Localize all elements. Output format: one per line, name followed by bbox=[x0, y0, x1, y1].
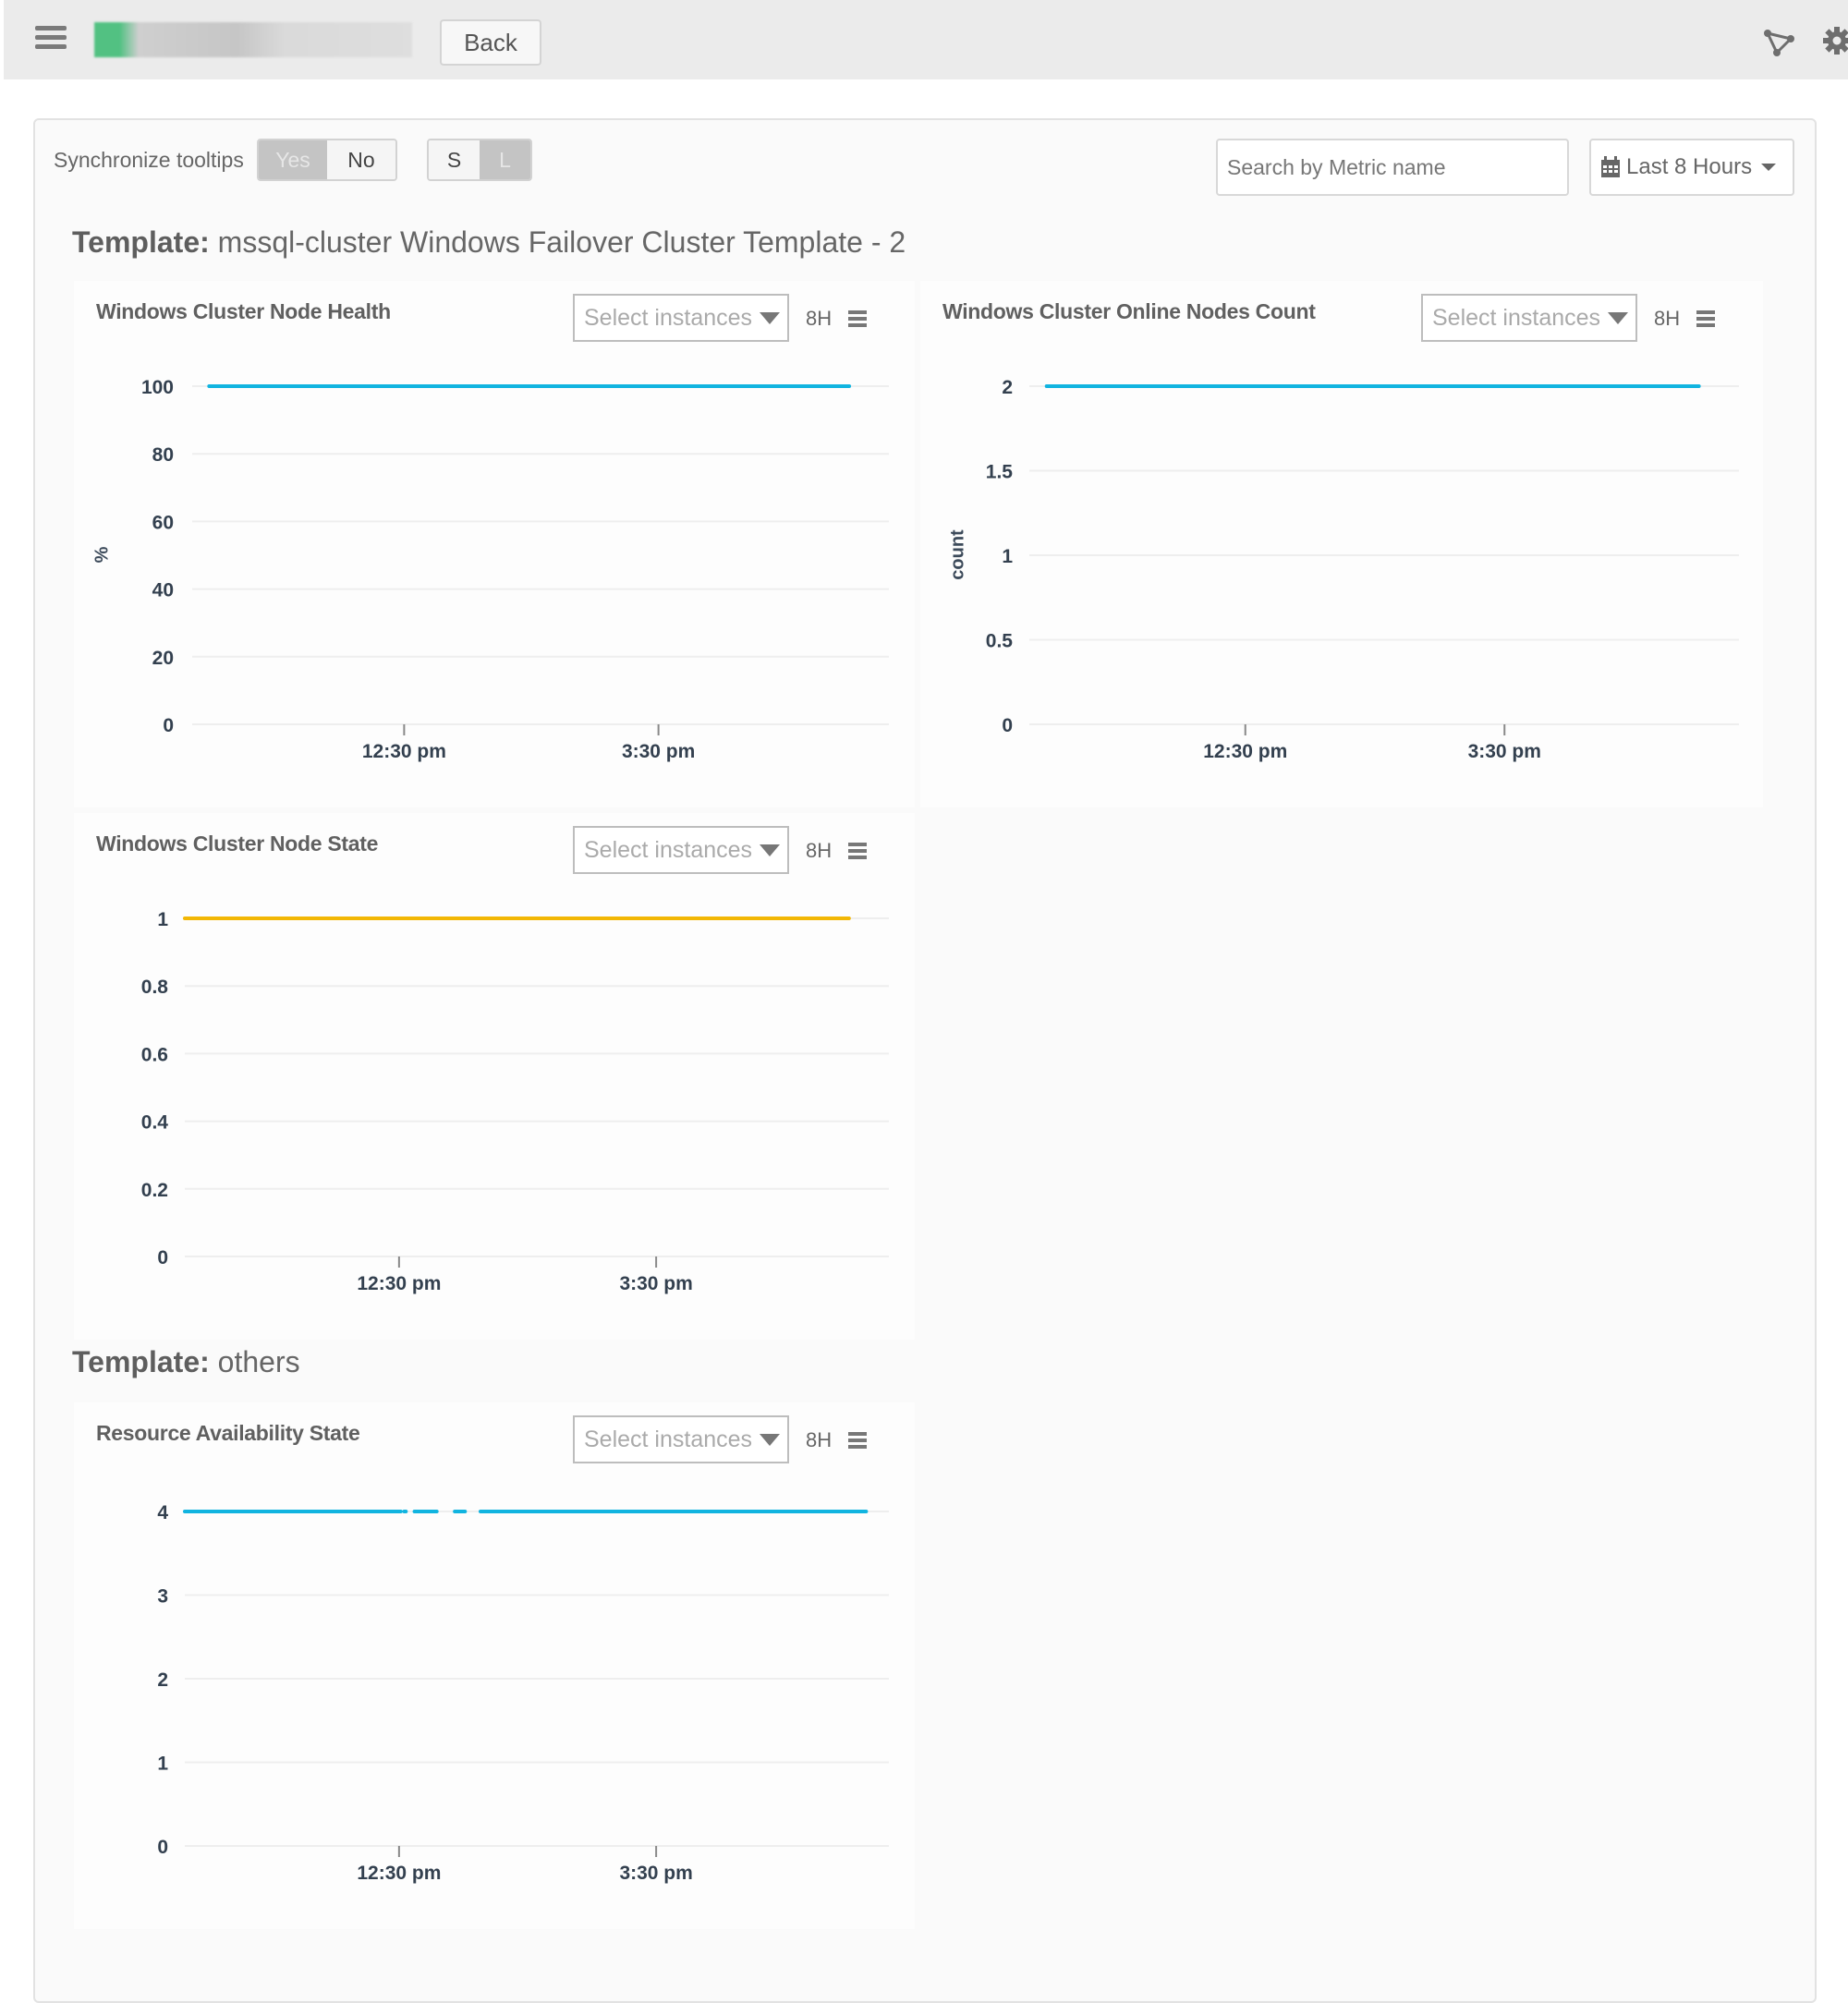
y-tick-label: 1.5 bbox=[986, 462, 1014, 483]
sync-tooltips-label: Synchronize tooltips bbox=[54, 148, 244, 172]
y-tick-label: 0 bbox=[157, 1247, 168, 1269]
y-tick-label: 0 bbox=[1002, 715, 1013, 736]
caret-down-icon bbox=[1608, 311, 1629, 324]
x-tick-label: 3:30 pm bbox=[619, 1273, 692, 1294]
select-instances-placeholder: Select instances bbox=[1432, 304, 1601, 331]
chart-size-toggle: S L bbox=[427, 139, 532, 181]
line-chart: 0 20 40 60 80 100 12:30 pm 3:30 pm bbox=[141, 377, 889, 762]
y-tick-label: 0.2 bbox=[141, 1180, 168, 1201]
top-bar: Back bbox=[4, 0, 1848, 79]
select-instances-dropdown[interactable]: Select instances bbox=[573, 826, 789, 874]
y-tick-label: 2 bbox=[1002, 377, 1013, 398]
y-tick-label: 0.5 bbox=[986, 631, 1014, 652]
y-tick-label: 0.8 bbox=[141, 977, 169, 998]
select-instances-placeholder: Select instances bbox=[584, 836, 753, 863]
y-tick-label: 20 bbox=[152, 648, 174, 669]
chart-card-availability: 0 1 2 3 4 12:30 pm 3:30 pm Resource Availabilit… bbox=[74, 1402, 915, 1929]
y-tick-label: 2 bbox=[157, 1669, 168, 1691]
template-title: Template: mssql-cluster Windows Failover… bbox=[72, 225, 906, 260]
chart-title: Resource Availability State bbox=[96, 1421, 360, 1445]
template-name: mssql-cluster Windows Failover Cluster T… bbox=[217, 225, 906, 259]
sync-tooltips-toggle: Yes No bbox=[257, 139, 397, 181]
x-tick-label: 3:30 pm bbox=[619, 1863, 692, 1884]
caret-down-icon bbox=[760, 311, 781, 324]
line-chart: 0 0.2 0.4 0.6 0.8 1 12:30 pm 3:30 pm bbox=[141, 909, 889, 1294]
time-range-dropdown[interactable]: Last 8 Hours bbox=[1589, 139, 1794, 196]
y-tick-label: 40 bbox=[152, 580, 174, 601]
template-label: Template: bbox=[72, 1345, 210, 1378]
y-tick-label: 80 bbox=[152, 444, 174, 466]
template-title: Template: others bbox=[72, 1345, 300, 1379]
y-tick-label: 1 bbox=[157, 1754, 168, 1775]
select-instances-placeholder: Select instances bbox=[584, 1426, 753, 1452]
select-instances-dropdown[interactable]: Select instances bbox=[573, 1415, 789, 1463]
x-tick-label: 3:30 pm bbox=[622, 741, 695, 762]
caret-down-icon bbox=[760, 1433, 781, 1446]
gear-icon[interactable] bbox=[1822, 26, 1848, 55]
chart-title: Windows Cluster Online Nodes Count bbox=[942, 299, 1316, 323]
app-logo bbox=[94, 22, 412, 57]
x-tick-label: 12:30 pm bbox=[362, 741, 446, 762]
x-tick-label: 12:30 pm bbox=[1203, 741, 1287, 762]
time-range-label: Last 8 Hours bbox=[1626, 154, 1753, 179]
y-tick-label: 0.4 bbox=[141, 1112, 169, 1134]
select-instances-dropdown[interactable]: Select instances bbox=[573, 294, 789, 342]
chart-range-tag: 8H bbox=[1654, 307, 1681, 330]
x-tick-label: 3:30 pm bbox=[1468, 741, 1541, 762]
select-instances-placeholder: Select instances bbox=[584, 304, 753, 331]
chart-card-online-nodes: 0 0.5 1 1.5 2 12:30 pm 3:30 pm Windows Cluster … bbox=[920, 281, 1763, 807]
y-tick-label: 100 bbox=[141, 377, 174, 398]
y-tick-label: 3 bbox=[157, 1586, 168, 1608]
y-tick-label: 1 bbox=[1002, 546, 1013, 567]
legend-list-icon[interactable] bbox=[1696, 310, 1715, 327]
template-label: Template: bbox=[72, 225, 210, 259]
legend-list-icon[interactable] bbox=[848, 310, 867, 327]
metric-search-input[interactable] bbox=[1216, 139, 1569, 196]
chart-title: Windows Cluster Node State bbox=[96, 832, 379, 856]
x-tick-label: 12:30 pm bbox=[357, 1273, 441, 1294]
y-tick-label: 4 bbox=[157, 1502, 168, 1523]
size-l-button[interactable]: L bbox=[480, 140, 530, 179]
y-tick-label: 0 bbox=[163, 715, 174, 736]
y-tick-label: 0 bbox=[157, 1837, 168, 1858]
size-s-button[interactable]: S bbox=[429, 140, 480, 179]
chart-range-tag: 8H bbox=[806, 307, 833, 330]
caret-down-icon bbox=[760, 844, 781, 856]
sync-no-button[interactable]: No bbox=[327, 140, 395, 179]
template-name: others bbox=[217, 1345, 300, 1378]
select-instances-dropdown[interactable]: Select instances bbox=[1421, 294, 1637, 342]
line-chart: 0 1 2 3 4 12:30 pm 3:30 pm bbox=[157, 1502, 889, 1884]
y-tick-label: 1 bbox=[157, 909, 168, 930]
line-chart: 0 0.5 1 1.5 2 12:30 pm 3:30 pm bbox=[986, 377, 1739, 762]
x-tick-label: 12:30 pm bbox=[357, 1863, 441, 1884]
legend-list-icon[interactable] bbox=[848, 1432, 867, 1449]
legend-list-icon[interactable] bbox=[848, 843, 867, 859]
y-tick-label: 0.6 bbox=[141, 1044, 168, 1065]
sync-yes-button[interactable]: Yes bbox=[259, 140, 327, 179]
topology-icon[interactable] bbox=[1763, 26, 1796, 59]
calendar-icon bbox=[1601, 156, 1620, 177]
back-button[interactable]: Back bbox=[440, 19, 541, 66]
hamburger-icon[interactable] bbox=[35, 26, 67, 50]
y-axis-label: % bbox=[91, 546, 113, 564]
chart-card-node-health: 0 20 40 60 80 100 12:30 pm 3:30 pm Windows Clust… bbox=[74, 281, 915, 807]
y-tick-label: 60 bbox=[152, 512, 174, 533]
chart-card-node-state: 0 0.2 0.4 0.6 0.8 1 12:30 pm 3:30 pm Windows Clu… bbox=[74, 813, 915, 1340]
y-axis-label: count bbox=[947, 529, 968, 580]
chart-range-tag: 8H bbox=[806, 839, 833, 862]
chart-range-tag: 8H bbox=[806, 1428, 833, 1451]
chevron-down-icon bbox=[1761, 164, 1777, 171]
chart-title: Windows Cluster Node Health bbox=[96, 299, 391, 323]
